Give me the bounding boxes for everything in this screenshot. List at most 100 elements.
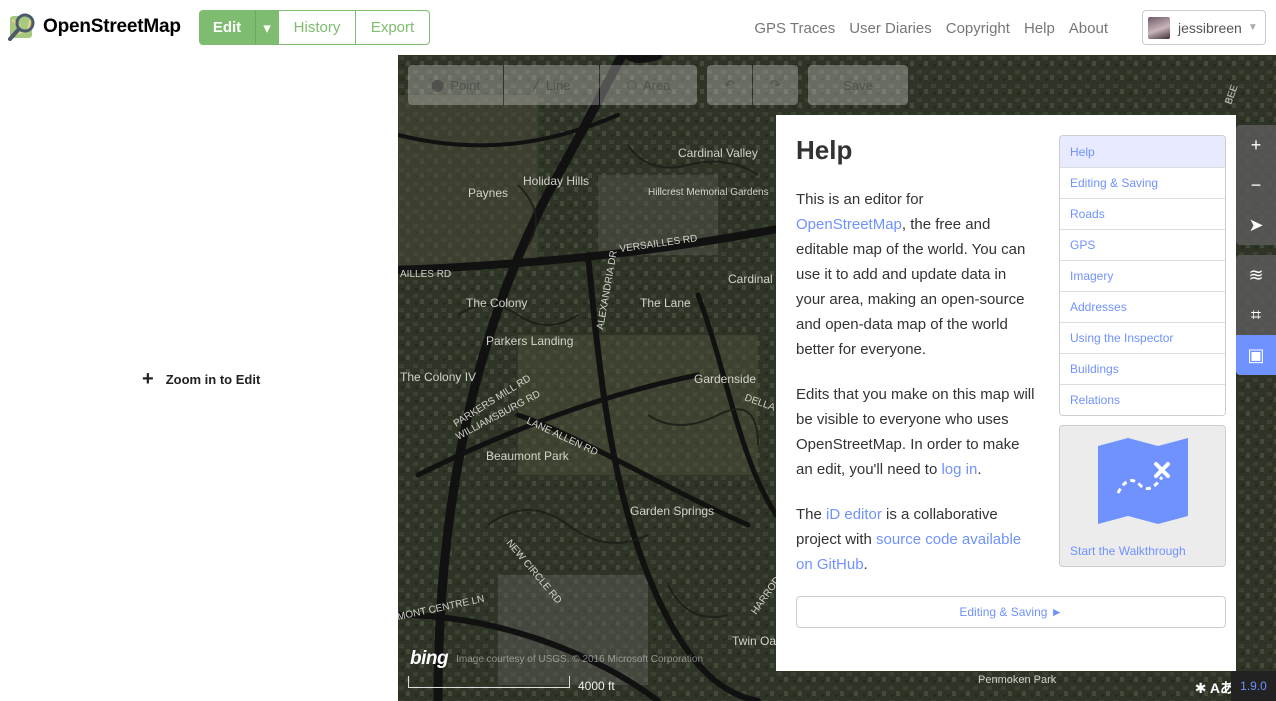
book-icon: ▣ bbox=[1247, 344, 1265, 365]
bing-logo: bing bbox=[410, 648, 449, 669]
help-text: . bbox=[977, 461, 982, 478]
map-label: Holiday Hills bbox=[523, 174, 589, 188]
map-label: The Colony IV bbox=[400, 370, 476, 384]
bug-icon[interactable]: ✱ bbox=[1195, 680, 1207, 696]
add-point-button[interactable]: ⬤ Point bbox=[408, 65, 503, 105]
history-button[interactable]: History bbox=[279, 10, 356, 45]
help-text: , the free and editable map of the world… bbox=[796, 216, 1026, 358]
help-text: . bbox=[863, 556, 868, 573]
openstreetmap-link[interactable]: OpenStreetMap bbox=[796, 216, 902, 233]
top-bar: OpenStreetMap Edit ▾ History Export GPS … bbox=[0, 0, 1276, 55]
background-layers-button[interactable]: ≋ bbox=[1236, 255, 1276, 295]
osm-magnifier-logo-icon bbox=[8, 12, 38, 42]
help-panel: Help This is an editor for OpenStreetMap… bbox=[776, 115, 1236, 671]
toc-item-addresses[interactable]: Addresses bbox=[1060, 291, 1225, 322]
edit-dropdown-button[interactable]: ▾ bbox=[255, 10, 279, 45]
caret-down-icon: ▼ bbox=[1247, 22, 1258, 33]
export-button[interactable]: Export bbox=[356, 10, 430, 45]
sidebar: + Zoom in to Edit bbox=[0, 55, 398, 701]
map-label: Cardinal bbox=[728, 272, 773, 286]
toc-item-help[interactable]: Help bbox=[1060, 136, 1225, 167]
map-label: The Colony bbox=[466, 296, 527, 310]
log-in-link[interactable]: log in bbox=[941, 461, 977, 478]
add-area-button[interactable]: ⬡ Area bbox=[600, 65, 697, 105]
site-name: OpenStreetMap bbox=[43, 16, 181, 37]
map-label: Cardinal Valley bbox=[678, 146, 758, 160]
footer-tools: ✱ Aあ bbox=[1195, 678, 1234, 698]
point-icon: ⬤ bbox=[430, 78, 445, 92]
add-line-button[interactable]: ╱ Line bbox=[504, 65, 599, 105]
line-icon: ╱ bbox=[532, 78, 540, 92]
toc-item-gps[interactable]: GPS bbox=[1060, 229, 1225, 260]
caret-down-icon: ▾ bbox=[263, 19, 271, 37]
nav-copyright[interactable]: Copyright bbox=[946, 20, 1010, 37]
undo-button[interactable]: ↶ bbox=[707, 65, 752, 105]
help-paragraph: This is an editor for OpenStreetMap, the… bbox=[796, 187, 1036, 362]
redo-icon: ↷ bbox=[770, 77, 781, 92]
zoom-to-edit-button[interactable]: + Zoom in to Edit bbox=[142, 369, 260, 389]
map-label: Beaumont Park bbox=[486, 449, 570, 463]
toc-item-imagery[interactable]: Imagery bbox=[1060, 260, 1225, 291]
map-label: AILLES RD bbox=[400, 269, 451, 280]
username: jessibreen bbox=[1178, 19, 1242, 36]
map-label: Penmoken Park bbox=[978, 674, 1057, 686]
toc-item-using-inspector[interactable]: Using the Inspector bbox=[1060, 322, 1225, 353]
locate-arrow-icon: ➤ bbox=[1248, 214, 1264, 235]
map-label: The Lane bbox=[640, 296, 691, 310]
plus-icon: + bbox=[1250, 134, 1262, 155]
map-data-icon: ⌗ bbox=[1250, 304, 1262, 325]
minus-icon: − bbox=[1250, 174, 1262, 195]
add-area-label: Area bbox=[643, 77, 671, 93]
imagery-attribution: bing Image courtesy of USGS. © 2016 Micr… bbox=[410, 648, 703, 670]
scale-bar bbox=[408, 676, 570, 688]
map-label: Hillcrest Memorial Gardens bbox=[648, 187, 769, 198]
next-topic-button[interactable]: Editing & Saving ► bbox=[796, 596, 1226, 628]
avatar bbox=[1148, 16, 1170, 39]
id-editor-link[interactable]: iD editor bbox=[826, 506, 882, 523]
map-data-button[interactable]: ⌗ bbox=[1236, 295, 1276, 335]
toc-item-roads[interactable]: Roads bbox=[1060, 198, 1225, 229]
toc-item-relations[interactable]: Relations bbox=[1060, 384, 1225, 415]
save-button[interactable]: Save bbox=[808, 65, 908, 105]
secondary-nav: GPS Traces User Diaries Copyright Help A… bbox=[754, 20, 1108, 37]
toc-item-buildings[interactable]: Buildings bbox=[1060, 353, 1225, 384]
map-label: Gardenside bbox=[694, 372, 756, 386]
geolocate-button[interactable]: ➤ bbox=[1236, 205, 1276, 245]
help-paragraph: The iD editor is a collaborative project… bbox=[796, 502, 1036, 577]
help-toc: Help Editing & Saving Roads GPS Imagery … bbox=[1059, 135, 1226, 416]
undo-icon: ↶ bbox=[724, 77, 735, 92]
add-point-label: Point bbox=[450, 77, 481, 93]
user-menu[interactable]: jessibreen ▼ bbox=[1142, 10, 1266, 45]
area-icon: ⬡ bbox=[626, 78, 637, 92]
nav-about[interactable]: About bbox=[1069, 20, 1108, 37]
zoom-out-button[interactable]: − bbox=[1236, 165, 1276, 205]
map-label: Parkers Landing bbox=[486, 334, 573, 348]
redo-button[interactable]: ↷ bbox=[753, 65, 798, 105]
help-title: Help bbox=[796, 135, 853, 165]
nav-user-diaries[interactable]: User Diaries bbox=[849, 20, 932, 37]
help-body: This is an editor for OpenStreetMap, the… bbox=[796, 187, 1036, 597]
nav-help[interactable]: Help bbox=[1024, 20, 1055, 37]
zoom-in-button[interactable]: + bbox=[1236, 125, 1276, 165]
map-label: Garden Springs bbox=[630, 504, 714, 518]
toc-item-editing-saving[interactable]: Editing & Saving bbox=[1060, 167, 1225, 198]
help-text: Edits that you make on this map will be … bbox=[796, 386, 1035, 478]
version-label[interactable]: 1.9.0 bbox=[1231, 671, 1276, 701]
zoom-to-edit-label: Zoom in to Edit bbox=[165, 371, 261, 387]
edit-button[interactable]: Edit bbox=[199, 10, 255, 45]
primary-tabs: Edit ▾ History Export bbox=[199, 10, 430, 45]
layers-icon: ≋ bbox=[1248, 264, 1264, 285]
treasure-map-icon bbox=[1098, 438, 1188, 524]
help-text: This is an editor for bbox=[796, 191, 924, 208]
walkthrough-button[interactable]: Start the Walkthrough bbox=[1059, 425, 1226, 567]
attribution-text[interactable]: Image courtesy of USGS. © 2016 Microsoft… bbox=[456, 654, 703, 665]
walkthrough-label: Start the Walkthrough bbox=[1070, 544, 1186, 558]
help-button[interactable]: ▣ bbox=[1236, 335, 1276, 375]
add-line-label: Line bbox=[545, 77, 571, 93]
scale-label: 4000 ft bbox=[578, 679, 615, 693]
help-paragraph: Edits that you make on this map will be … bbox=[796, 382, 1036, 482]
plus-icon: + bbox=[142, 368, 154, 390]
edit-toolbar: ⬤ Point ╱ Line ⬡ Area ↶ ↷ Save bbox=[408, 65, 908, 105]
nav-gps-traces[interactable]: GPS Traces bbox=[754, 20, 835, 37]
osm-logo[interactable]: OpenStreetMap bbox=[8, 12, 181, 42]
